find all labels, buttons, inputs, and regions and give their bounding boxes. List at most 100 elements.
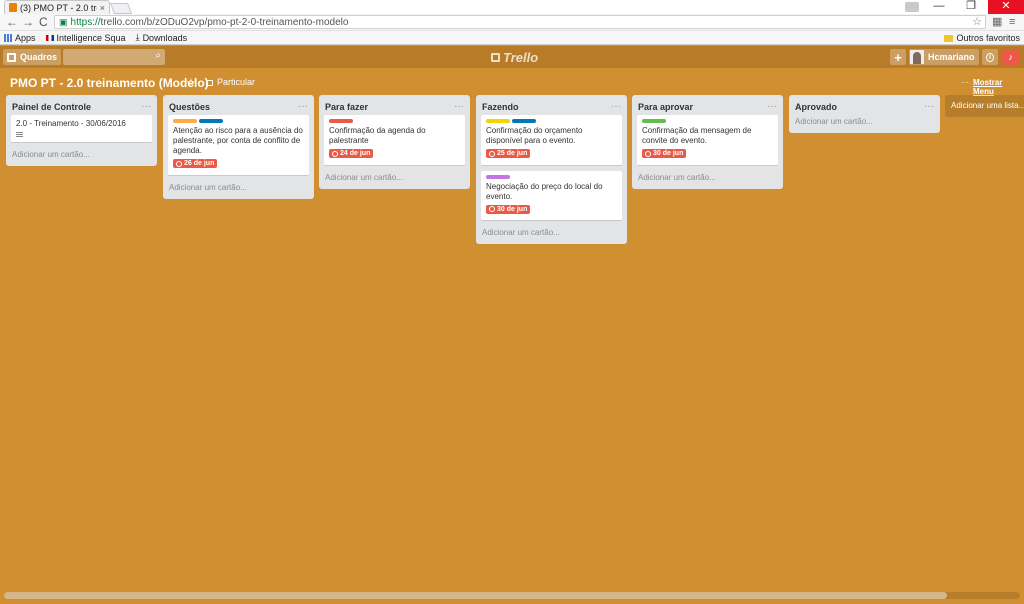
label-yellow [486, 119, 510, 123]
search-icon[interactable]: ⌕ [155, 50, 161, 61]
browser-tabstrip: (3) PMO PT - 2.0 trei × — ❐ ✕ [0, 0, 1024, 14]
list-menu-icon[interactable]: ··· [298, 101, 308, 111]
notifications-button[interactable]: ♪ [1002, 49, 1019, 65]
dots-icon: ··· [961, 78, 969, 87]
add-card-button[interactable]: Adicionar um cartão... [794, 115, 935, 129]
apps-grid-icon [4, 33, 12, 42]
forward-icon[interactable]: → [22, 15, 34, 29]
card[interactable]: 2.0 - Treinamento - 30/06/2016 [11, 115, 152, 143]
due-date-badge: 24 de jun [329, 149, 374, 158]
profile-icon[interactable] [905, 2, 919, 12]
bell-icon: ♪ [1008, 52, 1013, 62]
download-icon: ⤓ [135, 32, 140, 42]
card[interactable]: Atenção ao risco para a ausência do pale… [168, 115, 309, 176]
search-input[interactable]: ⌕ [63, 49, 165, 65]
list-menu-icon[interactable]: ··· [611, 101, 621, 111]
trello-header: Quadros ⌕ Trello + Hcmariano i ♪ [0, 46, 1024, 68]
bookmark-label: Apps [15, 32, 36, 43]
bookmark-intelligence-squared[interactable]: Intelligence Squa [45, 33, 126, 43]
list-title[interactable]: Aprovado [795, 102, 837, 112]
list-title[interactable]: Fazendo [482, 102, 519, 112]
card[interactable]: Confirmação do orçamento disponível para… [481, 115, 622, 166]
add-card-button[interactable]: Adicionar um cartão... [324, 171, 465, 185]
card-labels [642, 119, 773, 123]
reload-icon[interactable]: C [39, 15, 48, 29]
add-card-button[interactable]: Adicionar um cartão... [481, 226, 622, 240]
clock-icon [489, 150, 495, 157]
add-card-button[interactable]: Adicionar um cartão... [637, 171, 778, 185]
list-title[interactable]: Painel de Controle [12, 102, 91, 112]
list-fazendo: Fazendo ··· Confirmação do orçamento dis… [476, 95, 627, 244]
label-blue [512, 119, 536, 123]
scrollbar-thumb[interactable] [4, 592, 947, 599]
due-date: 25 de jun [497, 150, 528, 157]
clock-icon [645, 150, 651, 157]
username: Hcmariano [928, 52, 975, 62]
star-icon[interactable]: ☆ [186, 76, 196, 89]
bookmarks-bar: Apps Intelligence Squa ⤓ Downloads Outro… [0, 31, 1024, 45]
bookmark-apps[interactable]: Apps [4, 33, 36, 43]
label-blue [199, 119, 223, 123]
chrome-menu-icon[interactable]: ≡ [1009, 16, 1015, 28]
extension-icon[interactable]: ▦ [992, 16, 1002, 28]
bookmark-star-icon[interactable]: ☆ [972, 16, 982, 28]
tab-close-icon[interactable]: × [100, 3, 105, 13]
clock-icon [176, 160, 182, 167]
list-menu-icon[interactable]: ··· [454, 101, 464, 111]
address-bar[interactable]: ▣ https://trello.com/b/zODuO2vp/pmo-pt-2… [54, 15, 986, 29]
due-date: 26 de jun [184, 160, 215, 167]
card[interactable]: Confirmação da mensagem de convite do ev… [637, 115, 778, 166]
trello-logo[interactable]: Trello [491, 50, 538, 65]
window-close-button[interactable]: ✕ [988, 0, 1024, 14]
horizontal-scrollbar[interactable] [4, 592, 1020, 599]
label-orange [173, 119, 197, 123]
other-bookmarks[interactable]: Outros favoritos [944, 33, 1020, 43]
boards-icon [7, 52, 16, 62]
card-title: Atenção ao risco para a ausência do pale… [173, 126, 303, 155]
minimize-button[interactable]: — [924, 0, 954, 14]
label-purple [486, 174, 510, 179]
list-menu-icon[interactable]: ··· [767, 101, 777, 111]
due-date: 30 de jun [497, 205, 528, 213]
list-menu-icon[interactable]: ··· [141, 101, 151, 111]
list-title[interactable]: Para aprovar [638, 102, 693, 112]
due-date-badge: 30 de jun [486, 204, 531, 214]
new-tab-button[interactable] [109, 3, 133, 14]
list-para-fazer: Para fazer ··· Confirmação da agenda do … [319, 95, 470, 189]
restore-button[interactable]: ❐ [956, 0, 986, 14]
list-title[interactable]: Para fazer [325, 102, 368, 112]
bookmark-label: Downloads [142, 32, 188, 43]
board-title[interactable]: PMO PT - 2.0 treinamento (Modelo) [10, 76, 209, 90]
list-title[interactable]: Questões [169, 102, 210, 112]
bookmark-downloads[interactable]: ⤓ Downloads [136, 32, 188, 43]
show-menu-button[interactable]: ··· Mostrar Menu [961, 78, 1024, 96]
card-title: Confirmação da agenda do palestrante [329, 126, 426, 145]
label-green [642, 119, 666, 123]
add-card-button[interactable]: Adicionar um cartão... [168, 181, 309, 195]
card-title: 2.0 - Treinamento - 30/06/2016 [16, 119, 126, 128]
card-labels [486, 119, 617, 123]
due-date-badge: 26 de jun [173, 159, 218, 168]
add-list-button[interactable]: Adicionar uma lista... [945, 95, 1024, 117]
due-date-badge: 30 de jun [642, 149, 687, 158]
boards-button[interactable]: Quadros [3, 49, 62, 65]
browser-tab[interactable]: (3) PMO PT - 2.0 trei × [4, 0, 110, 14]
list-menu-icon[interactable]: ··· [924, 101, 934, 111]
card-title: Negociação do preço do local do evento. [486, 181, 603, 201]
browser-tab-title: (3) PMO PT - 2.0 trei [20, 2, 97, 13]
visibility-button[interactable]: Particular [206, 77, 255, 87]
card[interactable]: Confirmação da agenda do palestrante 24 … [324, 115, 465, 166]
member-menu[interactable]: Hcmariano [909, 49, 979, 65]
card-labels [173, 119, 304, 123]
list-questoes: Questões ··· Atenção ao risco para a aus… [163, 95, 314, 199]
show-menu-label: Mostrar Menu [973, 78, 1003, 96]
due-date-badge: 25 de jun [486, 149, 531, 158]
card-labels [486, 174, 617, 179]
lock-icon [206, 80, 213, 86]
back-icon[interactable]: ← [6, 15, 18, 29]
label-red [329, 119, 353, 123]
add-card-button[interactable]: Adicionar um cartão... [11, 148, 152, 162]
card[interactable]: Negociação do preço do local do evento. … [481, 170, 622, 221]
add-button[interactable]: + [890, 49, 906, 65]
info-button[interactable]: i [982, 49, 998, 65]
